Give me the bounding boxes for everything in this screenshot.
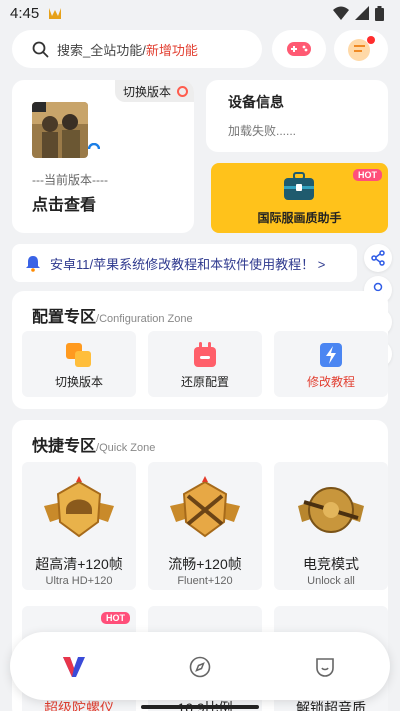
game-button[interactable] <box>272 30 326 68</box>
quick-item-esports[interactable]: 电竞模式 Unlock all <box>274 462 388 590</box>
gamepad-icon <box>287 42 311 56</box>
quick-item-subtitle: Unlock all <box>307 575 355 587</box>
tutorial-icon <box>320 343 342 367</box>
view-details-link[interactable]: 点击查看 <box>32 191 96 215</box>
quick-item-subtitle: Fluent+120 <box>177 575 233 587</box>
hot-badge: HOT <box>353 169 382 181</box>
message-button[interactable] <box>334 30 388 68</box>
briefcase-icon <box>284 172 314 200</box>
quick-item-title: 流畅+120帧 <box>168 556 242 572</box>
nav-home[interactable] <box>61 654 87 680</box>
helmet-badge-icon <box>44 476 114 538</box>
status-time: 4:45 <box>10 5 40 22</box>
bottom-navigation <box>10 632 390 700</box>
quick-item-ultra-hd[interactable]: 超高清+120帧 Ultra HD+120 <box>22 462 136 590</box>
crossed-rifles-badge-icon <box>170 476 240 538</box>
quick-item-title: 超高清+120帧 <box>35 556 123 572</box>
nav-profile[interactable] <box>312 654 338 680</box>
configuration-zone-heading: 配置专区/Configuration Zone <box>32 303 193 327</box>
switch-indicator-icon <box>177 85 188 97</box>
nav-discover[interactable] <box>187 654 213 680</box>
quick-item-subtitle: Ultra HD+120 <box>45 575 113 587</box>
compass-icon <box>189 656 211 678</box>
search-new-features: 新增功能 <box>145 42 198 58</box>
share-button[interactable] <box>364 244 392 272</box>
quick-zone-subtitle: /Quick Zone <box>96 442 156 454</box>
configuration-zone-title: 配置专区 <box>32 309 97 326</box>
game-brand-icon <box>88 143 100 150</box>
switch-version-icon <box>66 343 91 367</box>
profile-face-icon <box>316 658 334 677</box>
quick-zone-heading: 快捷专区/Quick Zone <box>32 432 155 456</box>
switch-version-tag[interactable]: 切换版本 <box>114 80 194 102</box>
wifi-icon <box>333 6 349 20</box>
quick-item-fluent[interactable]: 流畅+120帧 Fluent+120 <box>148 462 262 590</box>
quick-item-title: 电竞模式 <box>303 556 359 572</box>
device-load-status: 加载失败...... <box>228 124 297 138</box>
current-version-card[interactable]: 切换版本 ---当前版本---- 点击查看 <box>12 80 194 233</box>
restore-config-button[interactable]: 还原配置 <box>148 331 262 397</box>
home-logo-icon <box>63 657 85 677</box>
intl-quality-assistant-card[interactable]: HOT 国际服画质助手 <box>211 163 388 233</box>
search-input[interactable]: 搜索_全站功能/新增功能 <box>12 30 262 68</box>
search-icon <box>32 41 49 57</box>
home-indicator <box>141 705 259 709</box>
switch-version-button[interactable]: 切换版本 <box>22 331 136 397</box>
tutorial-notice-banner[interactable]: 安卓11/苹果系统修改教程和本软件使用教程！ > <box>12 244 357 282</box>
intl-quality-assistant-label: 国际服画质助手 <box>257 211 342 225</box>
tutorial-button[interactable]: 修改教程 <box>274 331 388 397</box>
signal-icon <box>355 6 369 20</box>
bell-icon <box>26 256 40 272</box>
notice-text: 安卓11/苹果系统修改教程和本软件使用教程！ > <box>50 256 326 272</box>
restore-config-icon <box>194 342 216 367</box>
configuration-zone-subtitle: /Configuration Zone <box>96 313 193 325</box>
switch-version-label: 切换版本 <box>122 84 171 99</box>
share-icon <box>371 250 385 266</box>
quick-zone-title: 快捷专区 <box>32 438 97 455</box>
message-icon <box>348 36 375 61</box>
status-bar: 4:45 <box>0 0 400 26</box>
device-info-card[interactable]: 设备信息 加载失败...... <box>206 80 388 152</box>
game-cover-image <box>32 102 88 158</box>
battery-icon <box>375 6 384 21</box>
rifle-badge-icon <box>298 487 364 533</box>
restore-config-button-label: 还原配置 <box>180 375 229 389</box>
search-placeholder: 搜索_全站功能/ <box>57 42 146 58</box>
device-info-title: 设备信息 <box>228 94 284 110</box>
configuration-zone: 配置专区/Configuration Zone 切换版本 还原配置 修改教程 <box>12 291 388 409</box>
app-notification-icon <box>49 8 61 19</box>
switch-version-button-label: 切换版本 <box>54 375 103 389</box>
current-version-label: ---当前版本---- <box>32 173 108 187</box>
tutorial-button-label: 修改教程 <box>306 375 355 389</box>
